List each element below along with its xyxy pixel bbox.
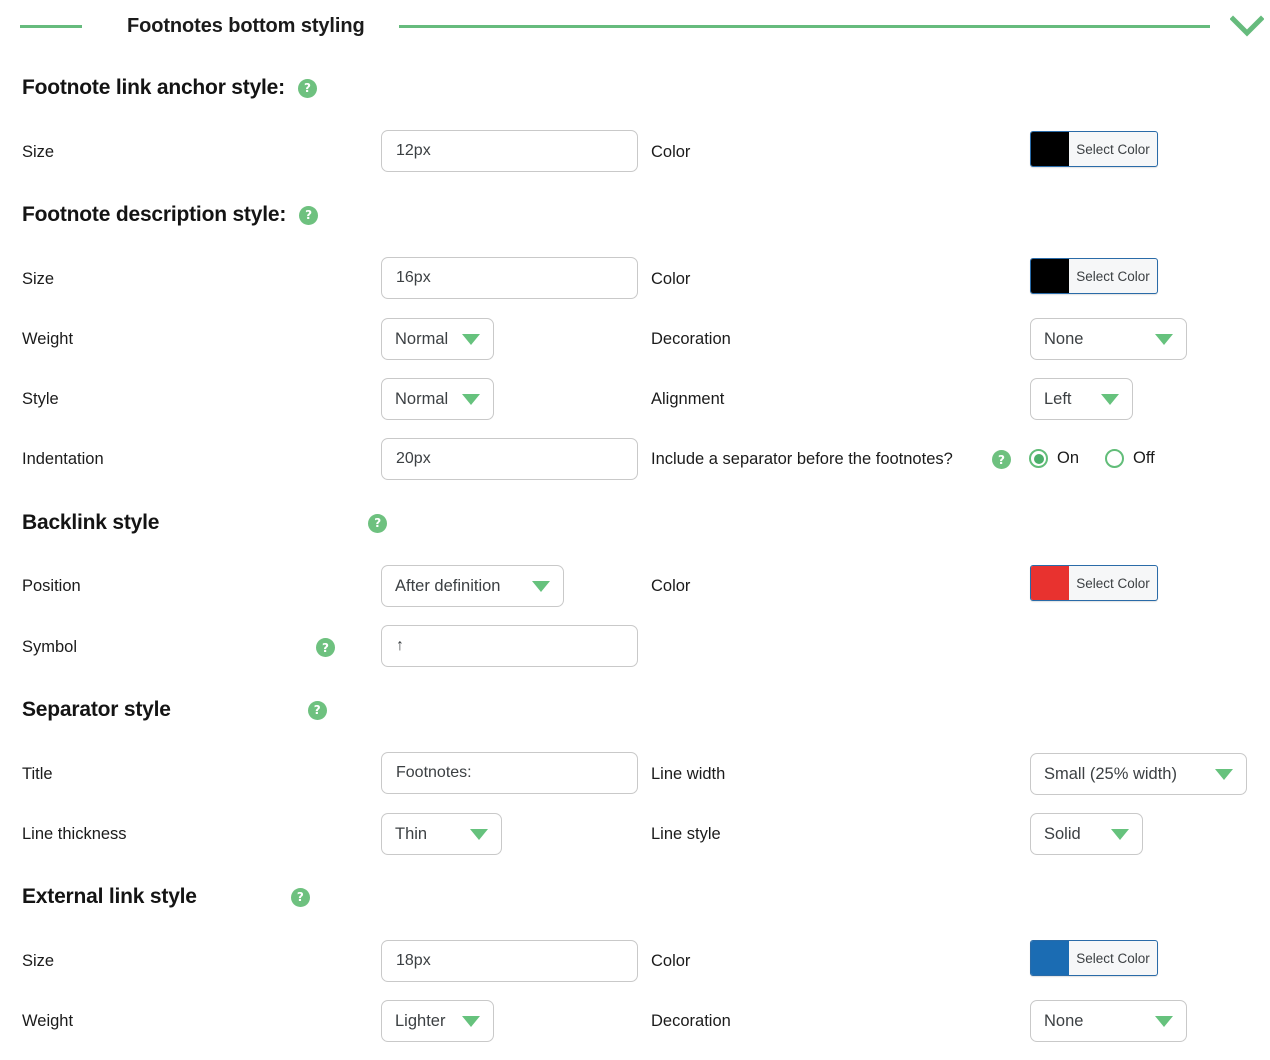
label-backlink-color: Color bbox=[651, 577, 691, 595]
description-color-picker-button[interactable]: Select Color bbox=[1030, 258, 1158, 294]
external-size-input[interactable] bbox=[381, 940, 638, 982]
external-decoration-select[interactable]: None bbox=[1030, 1000, 1187, 1042]
description-color-swatch bbox=[1031, 259, 1069, 293]
label-anchor-size: Size bbox=[22, 143, 55, 161]
anchor-color-picker-button[interactable]: Select Color bbox=[1030, 131, 1158, 167]
label-anchor-color: Color bbox=[651, 143, 691, 161]
external-color-picker-button[interactable]: Select Color bbox=[1030, 940, 1158, 976]
separator-line-width-select[interactable]: Small (25% width) bbox=[1030, 753, 1247, 795]
chevron-down-icon bbox=[1101, 393, 1119, 405]
group-heading-backlink: Backlink style ? bbox=[22, 511, 388, 535]
description-decoration-select[interactable]: None bbox=[1030, 318, 1187, 360]
separator-line-thickness-select[interactable]: Thin bbox=[381, 813, 502, 855]
backlink-color-picker-button[interactable]: Select Color bbox=[1030, 565, 1158, 601]
backlink-position-value: After definition bbox=[395, 576, 501, 595]
description-weight-select[interactable]: Normal bbox=[381, 318, 494, 360]
backlink-position-select[interactable]: After definition bbox=[381, 565, 564, 607]
chevron-down-icon bbox=[1215, 768, 1233, 780]
group-heading-separator-label: Separator style bbox=[22, 698, 171, 721]
label-description-style: Style bbox=[22, 390, 59, 408]
label-description-decoration: Decoration bbox=[651, 330, 731, 348]
help-icon[interactable]: ? bbox=[297, 78, 317, 98]
chevron-down-icon bbox=[1155, 333, 1173, 345]
chevron-down-icon[interactable] bbox=[1224, 14, 1270, 38]
label-separator-line-thickness: Line thickness bbox=[22, 825, 127, 843]
separator-line-width-value: Small (25% width) bbox=[1044, 764, 1177, 783]
chevron-down-icon bbox=[462, 393, 480, 405]
separator-title-input[interactable] bbox=[381, 752, 638, 794]
description-color-button-label: Select Color bbox=[1076, 268, 1150, 284]
help-icon[interactable]: ? bbox=[992, 450, 1011, 469]
header-rule-left bbox=[20, 24, 82, 28]
separator-line-style-select[interactable]: Solid bbox=[1030, 813, 1143, 855]
label-external-decoration: Decoration bbox=[651, 1012, 731, 1030]
external-weight-select[interactable]: Lighter bbox=[381, 1000, 494, 1042]
label-description-indentation: Indentation bbox=[22, 450, 104, 468]
label-separator-question: Include a separator before the footnotes… bbox=[651, 450, 953, 468]
description-alignment-select[interactable]: Left bbox=[1030, 378, 1133, 420]
description-alignment-value: Left bbox=[1044, 389, 1072, 408]
label-backlink-position: Position bbox=[22, 577, 81, 595]
label-separator-title: Title bbox=[22, 765, 53, 783]
label-backlink-symbol: Symbol bbox=[22, 638, 78, 656]
page-title: Footnotes bottom styling bbox=[127, 14, 365, 37]
separator-radio-group: On Off bbox=[1029, 449, 1155, 468]
label-external-color: Color bbox=[651, 952, 691, 970]
label-description-color: Color bbox=[651, 270, 691, 288]
help-icon[interactable]: ? bbox=[299, 205, 319, 225]
group-heading-backlink-label: Backlink style bbox=[22, 511, 160, 534]
label-description-alignment: Alignment bbox=[651, 390, 725, 408]
description-size-input[interactable] bbox=[381, 257, 638, 299]
help-icon[interactable]: ? bbox=[368, 513, 388, 533]
label-description-size: Size bbox=[22, 270, 55, 288]
separator-line-style-value: Solid bbox=[1044, 824, 1081, 843]
anchor-color-swatch bbox=[1031, 132, 1069, 166]
chevron-down-icon bbox=[470, 828, 488, 840]
separator-radio-on-label: On bbox=[1057, 449, 1080, 467]
description-indentation-input[interactable] bbox=[381, 438, 638, 480]
group-heading-separator: Separator style ? bbox=[22, 698, 327, 722]
section-header: Footnotes bottom styling bbox=[0, 0, 1270, 52]
chevron-down-icon bbox=[532, 580, 550, 592]
group-heading-external-label: External link style bbox=[22, 885, 197, 908]
group-heading-description-label: Footnote description style: bbox=[22, 203, 287, 226]
help-icon[interactable]: ? bbox=[316, 638, 335, 657]
anchor-color-button-label: Select Color bbox=[1076, 141, 1150, 157]
chevron-down-icon bbox=[1111, 828, 1129, 840]
label-external-weight: Weight bbox=[22, 1012, 74, 1030]
label-separator-line-style: Line style bbox=[651, 825, 721, 843]
help-icon[interactable]: ? bbox=[307, 700, 327, 720]
backlink-symbol-input[interactable] bbox=[381, 625, 638, 667]
separator-radio-off-label: Off bbox=[1133, 449, 1155, 467]
backlink-color-swatch bbox=[1031, 566, 1069, 600]
description-decoration-value: None bbox=[1044, 329, 1084, 348]
label-description-weight: Weight bbox=[22, 330, 74, 348]
external-color-button-label: Select Color bbox=[1076, 950, 1150, 966]
group-heading-anchor-label: Footnote link anchor style: bbox=[22, 76, 285, 99]
header-rule-right bbox=[398, 24, 1210, 28]
external-decoration-value: None bbox=[1044, 1011, 1084, 1030]
label-separator-line-width: Line width bbox=[651, 765, 726, 783]
external-color-swatch bbox=[1031, 941, 1069, 975]
chevron-down-icon bbox=[462, 1015, 480, 1027]
description-weight-value: Normal bbox=[395, 329, 449, 348]
description-style-select[interactable]: Normal bbox=[381, 378, 494, 420]
separator-radio-off[interactable] bbox=[1105, 449, 1125, 468]
group-heading-external: External link style ? bbox=[22, 885, 310, 909]
help-icon[interactable]: ? bbox=[290, 887, 310, 907]
group-heading-anchor: Footnote link anchor style: ? bbox=[22, 76, 317, 100]
chevron-down-icon bbox=[1155, 1015, 1173, 1027]
group-heading-description: Footnote description style: ? bbox=[22, 203, 319, 227]
separator-line-thickness-value: Thin bbox=[395, 824, 428, 843]
separator-radio-on[interactable] bbox=[1029, 449, 1048, 468]
description-style-value: Normal bbox=[395, 389, 449, 408]
chevron-down-icon bbox=[462, 333, 480, 345]
backlink-color-button-label: Select Color bbox=[1076, 575, 1150, 591]
label-external-size: Size bbox=[22, 952, 55, 970]
external-weight-value: Lighter bbox=[395, 1011, 446, 1030]
anchor-size-input[interactable] bbox=[381, 130, 638, 172]
